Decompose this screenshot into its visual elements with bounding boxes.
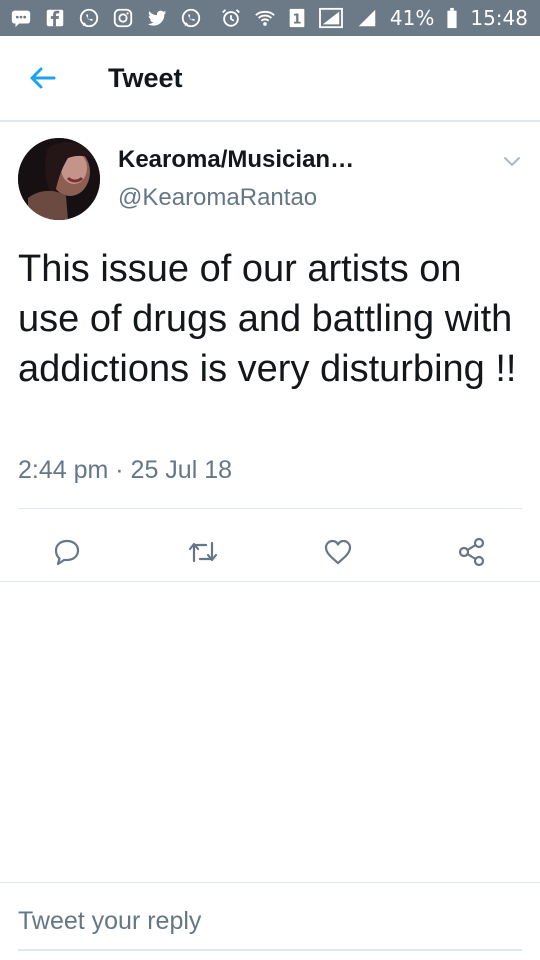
back-button[interactable] <box>12 48 72 108</box>
whatsapp-icon <box>78 7 100 29</box>
reply-input[interactable]: Tweet your reply <box>18 901 522 951</box>
page-title: Tweet <box>108 62 183 93</box>
svg-text:1: 1 <box>292 13 301 28</box>
reply-button[interactable] <box>47 532 87 572</box>
share-icon <box>458 537 485 567</box>
status-system-icons: 1 41% 15:48 <box>220 6 528 30</box>
status-bar: 1 41% 15:48 <box>0 0 540 36</box>
arrow-left-icon <box>30 67 56 89</box>
sim-icon: 1 <box>288 7 306 29</box>
wifi-icon <box>254 7 276 29</box>
user-handle[interactable]: @KearomaRantao <box>118 184 317 212</box>
reply-icon <box>54 539 80 566</box>
retweet-icon <box>188 541 218 563</box>
facebook-icon <box>44 7 66 29</box>
tweet-text: This issue of our artists on use of drug… <box>18 248 517 390</box>
tweet-menu-button[interactable] <box>500 150 524 174</box>
divider <box>18 508 522 509</box>
app-header: Tweet <box>0 36 540 122</box>
retweet-button[interactable] <box>183 532 223 572</box>
divider <box>0 581 540 582</box>
share-button[interactable] <box>452 532 492 572</box>
instagram-icon <box>112 7 134 29</box>
tweet-header: Kearoma/Musician… @KearomaRantao <box>0 122 540 226</box>
chat-bubble-icon <box>10 7 32 29</box>
signal-icon <box>318 7 344 29</box>
status-notification-icons <box>10 7 202 29</box>
signal-icon <box>356 7 378 29</box>
tweet-detail: Kearoma/Musician… @KearomaRantao This is… <box>0 122 540 582</box>
avatar[interactable] <box>18 138 100 220</box>
whatsapp-icon <box>180 7 202 29</box>
battery-percent: 41% <box>389 6 435 30</box>
chevron-down-icon <box>504 157 520 167</box>
twitter-icon <box>146 7 168 29</box>
tweet-timestamp[interactable]: 2:44 pm · 25 Jul 18 <box>18 456 232 485</box>
like-button[interactable] <box>318 532 358 572</box>
display-name[interactable]: Kearoma/Musician… <box>118 146 354 174</box>
battery-icon <box>446 7 458 29</box>
reply-bar: Tweet your reply <box>0 882 540 960</box>
status-time: 15:48 <box>470 6 528 30</box>
tweet-actions <box>0 520 540 582</box>
alarm-icon <box>220 7 242 29</box>
like-icon <box>324 539 352 565</box>
